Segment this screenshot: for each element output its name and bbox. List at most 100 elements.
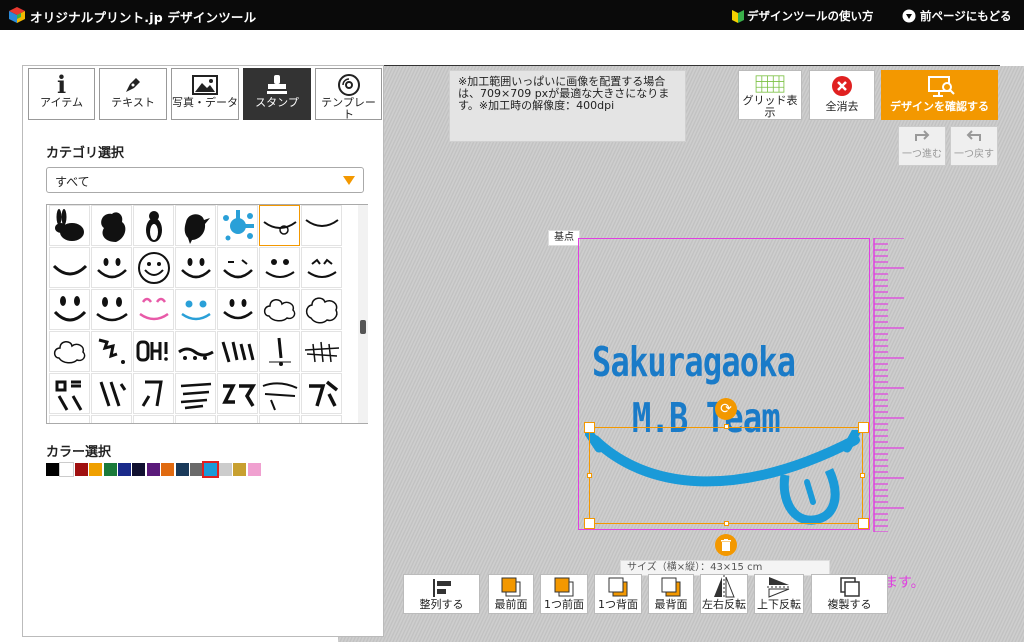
stamp-row6-2[interactable]: [91, 415, 132, 423]
align-icon: [432, 579, 451, 597]
stamp-comic-dooo[interactable]: [175, 331, 216, 372]
stamp-comic-gogo[interactable]: [49, 373, 90, 414]
resize-handle-br[interactable]: [858, 518, 869, 529]
color-swatch[interactable]: [233, 463, 247, 476]
stamp-grin[interactable]: [49, 247, 90, 288]
stamp-smiley-circle[interactable]: [133, 247, 174, 288]
color-swatch[interactable]: [202, 461, 220, 478]
stamp-smiley-big[interactable]: [49, 289, 90, 330]
align-button[interactable]: 整列する: [403, 574, 480, 614]
color-swatch[interactable]: [118, 463, 131, 476]
resize-handle-bottom[interactable]: [724, 521, 729, 526]
stamp-row6-1[interactable]: [49, 415, 90, 423]
stamp-comic-gu[interactable]: [133, 373, 174, 414]
stamp-comic-dada[interactable]: [259, 373, 300, 414]
tab-stamp[interactable]: スタンプ: [243, 68, 311, 120]
back-link[interactable]: 前ページにもどる: [902, 8, 1012, 24]
color-swatch[interactable]: [190, 463, 203, 476]
bring-front-icon: [501, 577, 521, 597]
color-swatch[interactable]: [74, 463, 88, 476]
stamp-comic-zaza[interactable]: [175, 373, 216, 414]
stamp-comic-zo[interactable]: [91, 373, 132, 414]
stamp-comic-1[interactable]: [91, 331, 132, 372]
stamp-smiley-5[interactable]: [217, 289, 258, 330]
tab-text[interactable]: テキスト: [99, 68, 167, 120]
flip-vertical-label: 上下反転: [757, 598, 801, 611]
stamp-row6-7[interactable]: [301, 415, 342, 423]
color-swatch[interactable]: [103, 463, 117, 476]
resize-handle-left[interactable]: [587, 473, 592, 478]
duplicate-button[interactable]: 複製する: [811, 574, 888, 614]
send-back-button[interactable]: 最背面: [648, 574, 694, 614]
stamp-scrollbar[interactable]: [358, 205, 368, 423]
color-swatch[interactable]: [59, 462, 75, 477]
color-swatch[interactable]: [175, 463, 189, 476]
tab-template[interactable]: テンプレート: [315, 68, 382, 121]
stamp-comic-oh[interactable]: [133, 331, 174, 372]
color-swatch[interactable]: [218, 463, 232, 476]
clear-all-button[interactable]: 全消去: [809, 70, 875, 120]
undo-label: 一つ戻す: [954, 149, 994, 160]
flip-vertical-button[interactable]: 上下反転: [754, 574, 804, 614]
stamp-tongue-smile[interactable]: [259, 205, 300, 246]
stamp-squirrel[interactable]: [91, 205, 132, 246]
stamp-comic-zawa[interactable]: [217, 373, 258, 414]
stamp-smiley-wink[interactable]: [217, 247, 258, 288]
stamp-smiley-4[interactable]: [91, 289, 132, 330]
category-select[interactable]: すべて: [46, 167, 364, 193]
color-swatch[interactable]: [146, 463, 160, 476]
stamp-row6-6[interactable]: [259, 415, 300, 423]
stamp-cloud-3[interactable]: [49, 331, 90, 372]
stamp-cloud-2[interactable]: [301, 289, 342, 330]
rotate-icon[interactable]: ⟳: [715, 398, 737, 420]
backward-button[interactable]: 1つ背面: [594, 574, 642, 614]
tab-photo[interactable]: 写真・データ: [171, 68, 239, 120]
stamp-penguin[interactable]: [133, 205, 174, 246]
color-swatch[interactable]: [247, 463, 261, 476]
stamp-rabbit[interactable]: [49, 205, 90, 246]
color-swatch[interactable]: [132, 463, 146, 476]
stamp-comic-dododo[interactable]: [217, 331, 258, 372]
color-swatch[interactable]: [46, 463, 59, 476]
color-swatch[interactable]: [161, 463, 175, 476]
stamp-comic-exclaim[interactable]: [259, 331, 300, 372]
site-logo-text[interactable]: オリジナルプリント.jp デザインツール: [30, 7, 256, 26]
stamp-scrollbar-thumb[interactable]: [360, 320, 366, 334]
redo-button[interactable]: 一つ進む: [898, 126, 946, 166]
grid-label: グリッド表示: [742, 94, 798, 119]
stamp-cloud-1[interactable]: [259, 289, 300, 330]
stamp-smiley-eyes[interactable]: [259, 247, 300, 288]
selection-box[interactable]: [589, 427, 863, 524]
trash-icon[interactable]: [715, 534, 737, 556]
category-selected: すべて: [55, 175, 90, 189]
stamp-splash[interactable]: [217, 205, 258, 246]
stamp-smile-line[interactable]: [301, 205, 342, 246]
confirm-design-button[interactable]: デザインを確認する: [881, 70, 998, 120]
stamp-comic-burst[interactable]: [301, 331, 342, 372]
resize-handle-top[interactable]: [724, 424, 729, 429]
resize-handle-right[interactable]: [860, 473, 865, 478]
forward-button[interactable]: 1つ前面: [540, 574, 588, 614]
resize-handle-tl[interactable]: [584, 422, 595, 433]
stamp-smiley[interactable]: [91, 247, 132, 288]
redo-icon: [915, 130, 930, 141]
stamp-comic-ga[interactable]: [301, 373, 342, 414]
stamp-smiley-blue[interactable]: [175, 289, 216, 330]
stamp-crow[interactable]: [175, 205, 216, 246]
stamp-row6-3[interactable]: [133, 415, 174, 423]
grid-toggle-button[interactable]: グリッド表示: [738, 70, 802, 120]
stamp-row6-4[interactable]: [175, 415, 216, 423]
tab-item[interactable]: i アイテム: [28, 68, 95, 120]
stamp-smiley-2[interactable]: [175, 247, 216, 288]
color-swatch[interactable]: [89, 463, 103, 476]
logo-text-line1[interactable]: Sakuragaoka: [592, 338, 801, 386]
resize-handle-bl[interactable]: [584, 518, 595, 529]
bring-front-button[interactable]: 最前面: [488, 574, 534, 614]
howto-link[interactable]: デザインツールの使い方: [732, 8, 874, 24]
flip-horizontal-button[interactable]: 左右反転: [700, 574, 748, 614]
stamp-row6-5[interactable]: [217, 415, 258, 423]
resize-handle-tr[interactable]: [858, 422, 869, 433]
stamp-smiley-pink[interactable]: [133, 289, 174, 330]
stamp-smiley-3[interactable]: [301, 247, 342, 288]
undo-button[interactable]: 一つ戻す: [950, 126, 998, 166]
